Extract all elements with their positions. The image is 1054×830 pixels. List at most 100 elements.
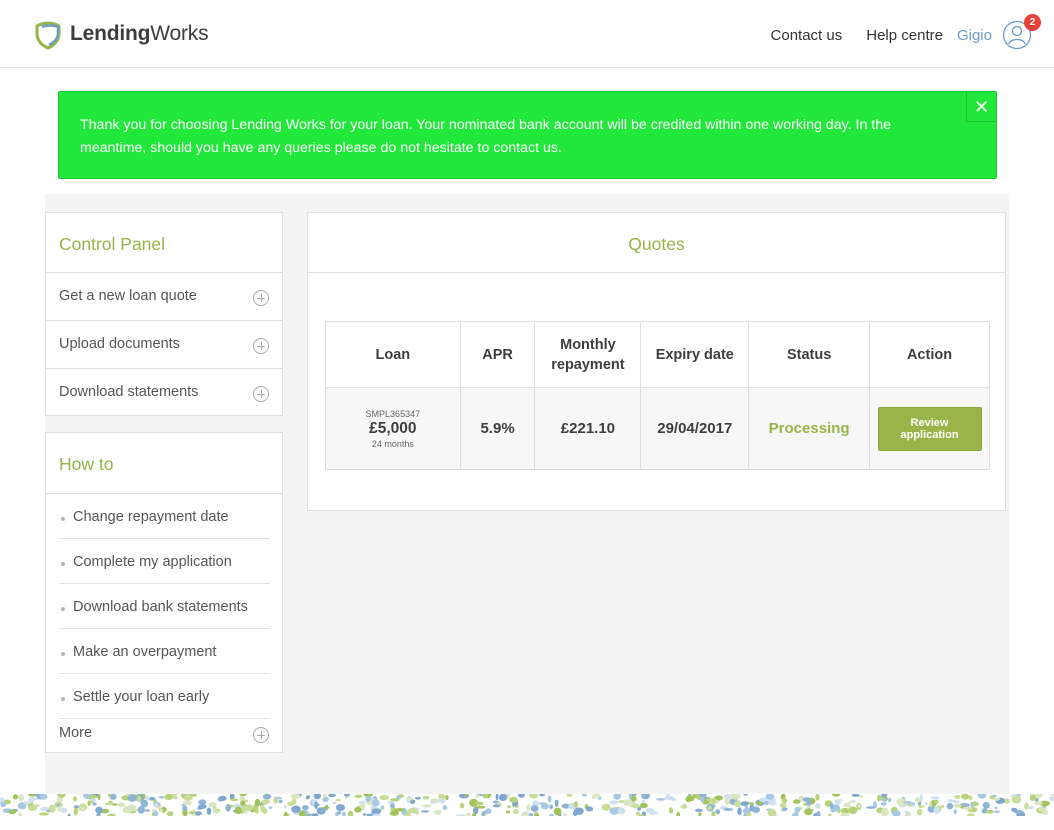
pebble — [420, 810, 430, 813]
pebble — [933, 799, 939, 804]
contact-us-link[interactable]: Contact us — [771, 27, 843, 44]
status-cell: Processing — [748, 387, 871, 470]
pebble — [73, 805, 79, 809]
pebble — [159, 808, 164, 813]
pebble — [260, 804, 265, 813]
pebble — [563, 813, 567, 816]
how-to-item[interactable]: Settle your loan early — [59, 674, 270, 719]
how-to-item[interactable]: Change repayment date — [59, 494, 270, 539]
pebble — [694, 808, 704, 812]
pebble — [88, 794, 97, 799]
divider — [308, 272, 1005, 273]
pebble — [97, 794, 101, 801]
pebble — [794, 806, 801, 813]
brand-name: LendingWorks — [70, 22, 209, 45]
review-application-button[interactable]: Review application — [877, 406, 982, 451]
pebble — [954, 795, 961, 799]
how-to-item[interactable]: Download bank statements — [59, 584, 270, 629]
download-statements-item[interactable]: Download statements — [46, 368, 282, 416]
pebble — [206, 807, 212, 815]
pebble — [540, 803, 549, 810]
pebble — [335, 798, 342, 802]
pebble — [336, 804, 345, 812]
quotes-panel: Quotes Loan APR Monthly repayment Expiry … — [307, 212, 1006, 511]
pebble — [18, 794, 24, 802]
pebble — [18, 812, 22, 816]
pebble — [311, 813, 319, 816]
user-name-link[interactable]: Gigio — [957, 27, 992, 44]
how-to-panel: How to Change repayment date Complete my… — [45, 432, 283, 753]
pebble — [724, 797, 731, 805]
pebble — [362, 813, 367, 816]
shield-logo-icon — [35, 21, 61, 50]
pebble — [445, 795, 449, 801]
get-loan-quote-item[interactable]: Get a new loan quote — [46, 272, 282, 320]
loan-reference: SMPL365347 — [365, 408, 421, 419]
pebble — [387, 800, 395, 804]
pebble — [498, 794, 508, 801]
help-centre-link[interactable]: Help centre — [866, 27, 943, 44]
pebble — [723, 808, 734, 811]
pebble — [87, 801, 95, 804]
pebble — [917, 805, 925, 808]
pebble — [433, 809, 442, 815]
pebble — [961, 803, 970, 808]
upload-documents-item[interactable]: Upload documents — [46, 320, 282, 368]
pebble — [947, 799, 956, 803]
pebble — [982, 801, 990, 809]
pebble — [831, 794, 841, 797]
pebble — [475, 801, 484, 806]
pebble — [261, 799, 271, 804]
pebble — [573, 801, 579, 808]
status-badge: Processing — [768, 420, 850, 437]
pebble — [991, 797, 1001, 801]
pebble — [668, 807, 674, 814]
pebble — [111, 803, 118, 806]
pebble — [466, 812, 471, 816]
pebble — [1034, 801, 1043, 805]
pebble — [158, 795, 165, 799]
pebble — [554, 799, 559, 807]
pebble — [225, 804, 231, 812]
pebble — [574, 807, 584, 815]
pebble — [406, 797, 414, 801]
more-link[interactable]: More — [46, 717, 282, 753]
pebble — [617, 807, 626, 815]
close-icon[interactable]: ✕ — [966, 92, 996, 122]
pebble — [173, 795, 178, 800]
pebble — [877, 794, 882, 802]
pebble — [664, 796, 675, 800]
pebble — [107, 813, 116, 816]
pebble — [806, 800, 811, 806]
avatar[interactable]: 2 — [1002, 14, 1041, 50]
pebble — [230, 798, 239, 802]
pebble — [198, 799, 207, 805]
pebble — [92, 802, 97, 806]
pebble — [60, 807, 67, 813]
pebble — [639, 802, 648, 809]
pebble — [714, 795, 723, 801]
pebble — [749, 802, 754, 805]
quotes-title: Quotes — [628, 234, 685, 254]
pebble — [182, 810, 188, 816]
pebble — [278, 799, 283, 804]
pebble — [153, 803, 159, 807]
pebble — [320, 808, 324, 812]
how-to-item[interactable]: Make an overpayment — [59, 629, 270, 674]
pebble — [322, 806, 330, 810]
table-row: SMPL365347 £5,000 24 months 5.9% £221.10… — [325, 387, 990, 470]
brand-logo[interactable]: LendingWorks — [32, 18, 209, 50]
pebble — [155, 806, 163, 809]
pebble — [601, 803, 611, 811]
pebble — [961, 794, 970, 800]
how-to-item[interactable]: Complete my application — [59, 539, 270, 584]
pebble — [880, 802, 887, 806]
pebble — [512, 809, 519, 814]
pebble — [183, 795, 193, 801]
pebble — [740, 801, 750, 806]
pebble — [768, 801, 777, 806]
pebble — [240, 800, 246, 806]
pebble — [933, 806, 940, 815]
pebble — [430, 801, 435, 804]
pebble — [622, 799, 633, 806]
